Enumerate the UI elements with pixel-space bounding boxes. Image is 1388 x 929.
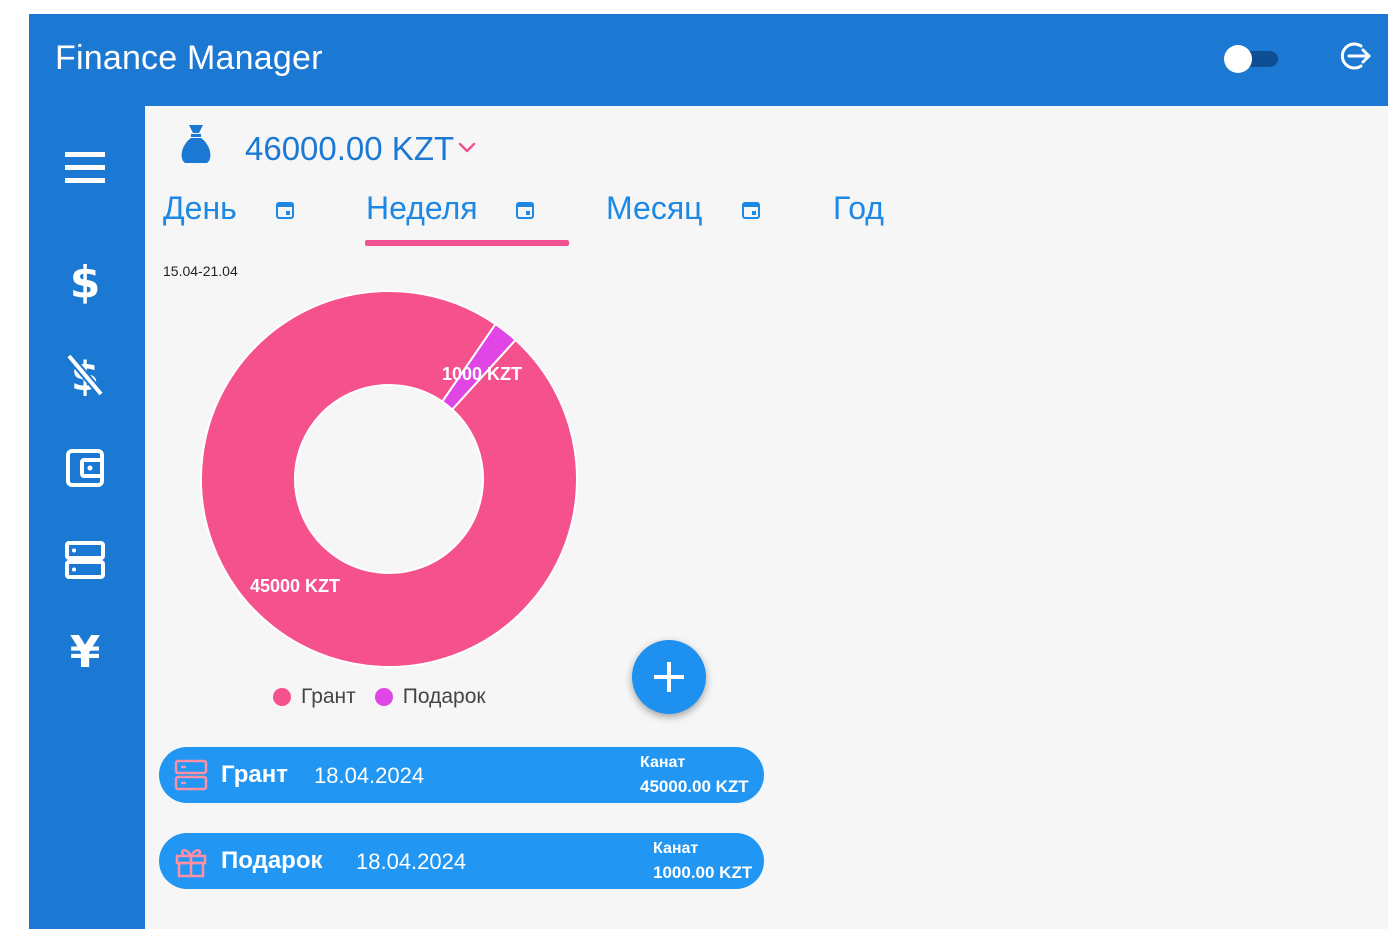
app-window: Finance Manager $ $ bbox=[29, 14, 1388, 929]
tab-year[interactable]: Год bbox=[833, 190, 884, 227]
theme-toggle[interactable] bbox=[1224, 45, 1284, 73]
tab-month[interactable]: Месяц bbox=[606, 190, 702, 227]
calendar-icon[interactable] bbox=[515, 200, 535, 220]
transaction-amount: 1000.00 KZT bbox=[653, 863, 753, 882]
period-label: 15.04-21.04 bbox=[163, 263, 238, 279]
app-title: Finance Manager bbox=[55, 39, 323, 77]
donut-slice bbox=[200, 290, 578, 668]
sidebar: $ $ ¥ bbox=[29, 106, 145, 929]
storage-icon bbox=[173, 757, 209, 793]
legend-label: Подарок bbox=[402, 685, 486, 708]
legend-label: Грант bbox=[301, 685, 356, 708]
transaction-date: 18.04.2024 bbox=[356, 849, 467, 874]
active-tab-indicator bbox=[365, 240, 569, 246]
balance-amount: 46000.00 KZT bbox=[245, 130, 455, 167]
yen-icon[interactable]: ¥ bbox=[61, 627, 109, 678]
storage-icon[interactable] bbox=[61, 536, 109, 584]
dollar-icon[interactable]: $ bbox=[61, 257, 109, 308]
transaction-item[interactable]: Подарок 18.04.2024 Канат 1000.00 KZT bbox=[159, 833, 764, 889]
no-dollar-icon[interactable]: $ bbox=[61, 350, 109, 398]
transaction-amount: 45000.00 KZT bbox=[640, 777, 749, 796]
logout-icon[interactable] bbox=[1335, 36, 1375, 76]
toggle-knob bbox=[1224, 45, 1252, 73]
tab-day[interactable]: День bbox=[163, 190, 237, 227]
donut-data-label: 1000 KZT bbox=[442, 364, 522, 384]
menu-icon[interactable] bbox=[61, 144, 109, 192]
app-header: Finance Manager bbox=[29, 14, 1388, 106]
calendar-icon[interactable] bbox=[741, 200, 761, 220]
legend-entry: Подарок bbox=[374, 685, 486, 709]
legend-entry: Грант bbox=[273, 685, 356, 709]
transaction-item[interactable]: Грант 18.04.2024 Канат 45000.00 KZT bbox=[159, 747, 764, 803]
transaction-user: Канат bbox=[653, 840, 699, 857]
add-transaction-button[interactable] bbox=[632, 640, 706, 714]
gift-icon bbox=[173, 843, 209, 879]
chart-legend: Грант Подарок bbox=[273, 685, 505, 709]
transaction-date: 18.04.2024 bbox=[314, 763, 425, 788]
transaction-name: Грант bbox=[221, 761, 288, 788]
donut-data-label: 45000 KZT bbox=[250, 576, 340, 596]
chevron-down-icon[interactable] bbox=[457, 141, 477, 155]
transaction-user: Канат bbox=[640, 754, 686, 771]
tab-week[interactable]: Неделя bbox=[366, 190, 478, 227]
donut-slice bbox=[440, 322, 518, 411]
plus-icon bbox=[667, 662, 671, 692]
money-bag-icon bbox=[177, 123, 215, 165]
legend-dot bbox=[273, 688, 291, 706]
calendar-icon[interactable] bbox=[275, 200, 295, 220]
legend-dot bbox=[374, 688, 393, 706]
transaction-name: Подарок bbox=[221, 847, 323, 874]
wallet-icon[interactable] bbox=[61, 444, 109, 492]
